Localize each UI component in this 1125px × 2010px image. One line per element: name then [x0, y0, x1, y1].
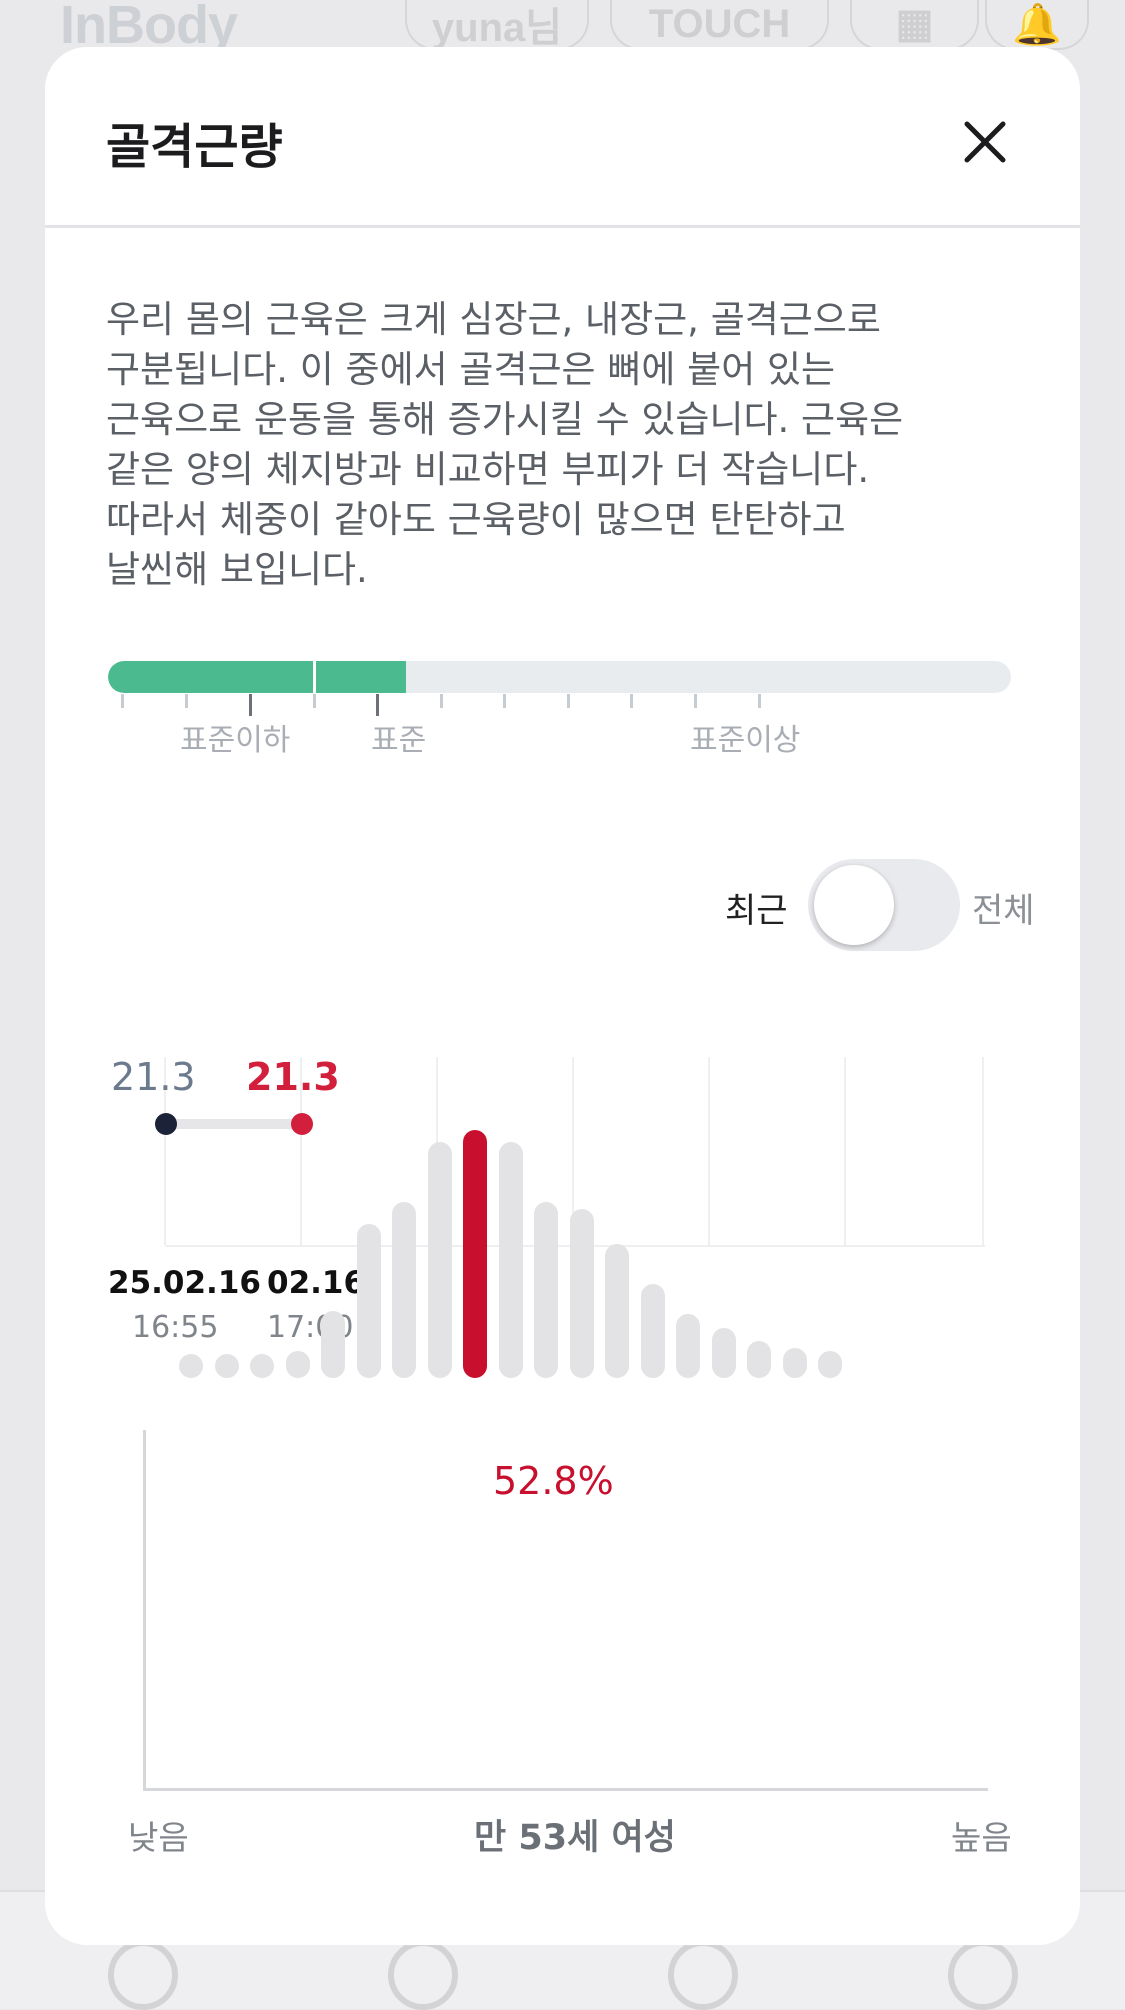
description-text: 우리 몸의 근육은 크게 심장근, 내장근, 골격근으로 구분됩니다. 이 중에…	[106, 298, 904, 591]
distribution-low-label: 낮음	[128, 1818, 189, 1857]
distribution-bar-current	[463, 1130, 487, 1378]
range-tick	[185, 694, 188, 708]
bell-icon: 🔔	[985, 0, 1089, 50]
distribution-bar	[605, 1244, 629, 1378]
range-fill	[108, 661, 406, 693]
distribution-bar	[250, 1354, 274, 1378]
range-tick	[249, 694, 252, 716]
distribution-bar	[214, 1354, 239, 1378]
distribution-bar	[569, 1209, 594, 1378]
distribution-x-axis	[143, 1788, 988, 1791]
range-tick	[694, 694, 697, 708]
toggle-label-all: 전체	[972, 891, 1035, 931]
range-label-above: 표준이상	[690, 723, 801, 758]
distribution-bar	[392, 1201, 416, 1378]
range-marker	[313, 661, 316, 693]
modal-header: 골격근량	[45, 47, 1080, 228]
range-tick	[630, 694, 633, 708]
distribution-high-label: 높음	[951, 1818, 1012, 1857]
distribution-bar	[321, 1311, 345, 1378]
range-tick	[567, 694, 570, 708]
activity-icon	[388, 1940, 458, 2010]
toggle-knob	[814, 865, 894, 945]
range-label-below: 표준이하	[180, 723, 291, 758]
qr-icon: ▦	[850, 0, 979, 50]
grid-line	[708, 1057, 710, 1245]
touch-pill: TOUCH	[610, 0, 829, 50]
range-bar	[108, 661, 1011, 693]
range-tick	[121, 694, 124, 708]
close-icon	[964, 121, 1006, 163]
grid-line	[982, 1057, 984, 1245]
history-value-1: 21.3	[111, 1055, 196, 1099]
body-icon	[108, 1940, 178, 2010]
distribution-bar	[285, 1350, 310, 1378]
recent-all-toggle[interactable]	[808, 859, 960, 951]
toggle-label-recent: 최근	[725, 891, 788, 931]
distribution-bar	[782, 1348, 807, 1378]
distribution-bar	[818, 1350, 842, 1378]
range-tick	[503, 694, 506, 708]
range-tick	[376, 694, 379, 716]
history-value-2: 21.3	[246, 1055, 340, 1099]
distribution-group-label: 만 53세 여성	[474, 1818, 676, 1858]
history-point-2[interactable]	[291, 1113, 313, 1135]
distribution-bar	[711, 1328, 736, 1378]
modal-title: 골격근량	[106, 119, 283, 175]
distribution-bar	[498, 1142, 523, 1378]
distribution-bar	[179, 1354, 203, 1378]
range-label-standard: 표준	[371, 723, 427, 758]
distribution-bar	[427, 1142, 452, 1378]
user-pill: yuna님	[405, 0, 589, 50]
distribution-bar	[747, 1340, 771, 1378]
history-time-1: 16:55	[132, 1310, 219, 1345]
range-tick	[313, 694, 316, 708]
history-date-1: 25.02.16	[108, 1265, 261, 1301]
distribution-bar	[356, 1224, 381, 1378]
distribution-percent-label: 52.8%	[493, 1459, 614, 1503]
skeletal-muscle-modal: 골격근량 우리 몸의 근육은 크게 심장근, 내장근, 골격근으로 구분됩니다.…	[45, 47, 1080, 1945]
close-button[interactable]	[950, 107, 1020, 177]
history-point-1[interactable]	[155, 1113, 177, 1135]
distribution-bar	[534, 1201, 558, 1378]
history-connector	[166, 1119, 302, 1129]
range-tick	[440, 694, 443, 708]
distribution-bar	[676, 1313, 700, 1378]
distribution-bar	[640, 1283, 665, 1378]
range-tick	[758, 694, 761, 708]
distribution-y-axis	[143, 1430, 146, 1790]
grid-line	[844, 1057, 846, 1245]
flame-icon	[668, 1940, 738, 2010]
settings-icon	[948, 1940, 1018, 2010]
history-date-2: 02.16	[267, 1265, 366, 1301]
